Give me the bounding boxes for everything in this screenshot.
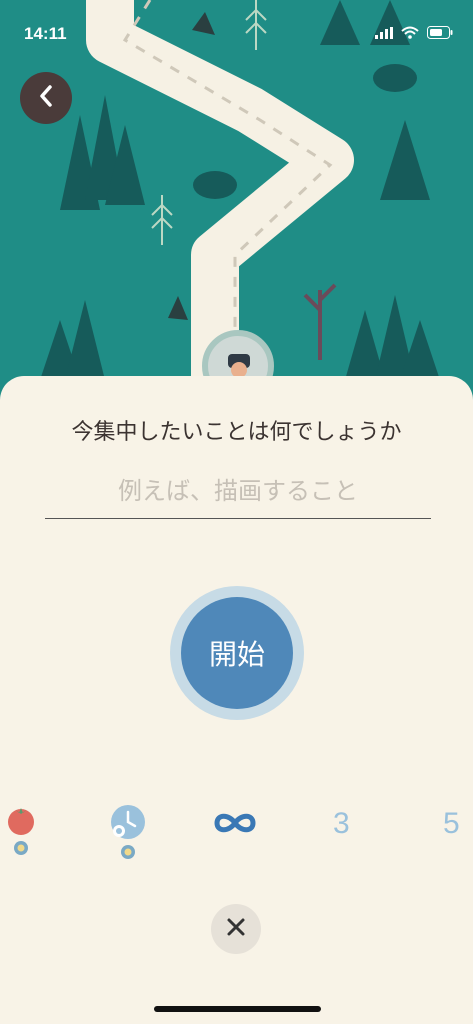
mode-five-label: 5 (443, 807, 460, 840)
close-button[interactable] (211, 904, 261, 954)
clock-gear-icon (110, 804, 146, 844)
mode-three[interactable]: 3 (333, 804, 350, 844)
mode-three-label: 3 (333, 807, 350, 840)
status-time: 14:11 (24, 24, 67, 43)
home-indicator (154, 1006, 321, 1012)
mode-custom-timer[interactable] (110, 804, 146, 864)
status-bar: 14:11 (0, 0, 473, 60)
chevron-left-icon (36, 84, 56, 112)
mode-selector: 3 5 (0, 796, 473, 866)
focus-sheet: 今集中したいことは何でしょうか 開始 3 (0, 376, 473, 1024)
task-input[interactable] (45, 464, 431, 519)
start-button-label: 開始 (181, 597, 293, 709)
medal-icon (13, 840, 29, 860)
battery-icon (427, 24, 453, 43)
medal-icon (120, 844, 136, 864)
start-button[interactable]: 開始 (170, 586, 304, 720)
mode-pomodoro[interactable] (5, 804, 37, 860)
signal-icon (375, 24, 393, 43)
tomato-icon (5, 804, 37, 840)
infinity-icon (210, 810, 260, 840)
mode-five[interactable]: 5 (443, 804, 460, 844)
mode-infinity[interactable] (210, 810, 260, 840)
focus-question: 今集中したいことは何でしょうか (71, 420, 402, 445)
wifi-icon (401, 24, 419, 43)
back-button[interactable] (20, 72, 72, 124)
status-icons (375, 24, 453, 43)
close-icon (226, 917, 246, 941)
